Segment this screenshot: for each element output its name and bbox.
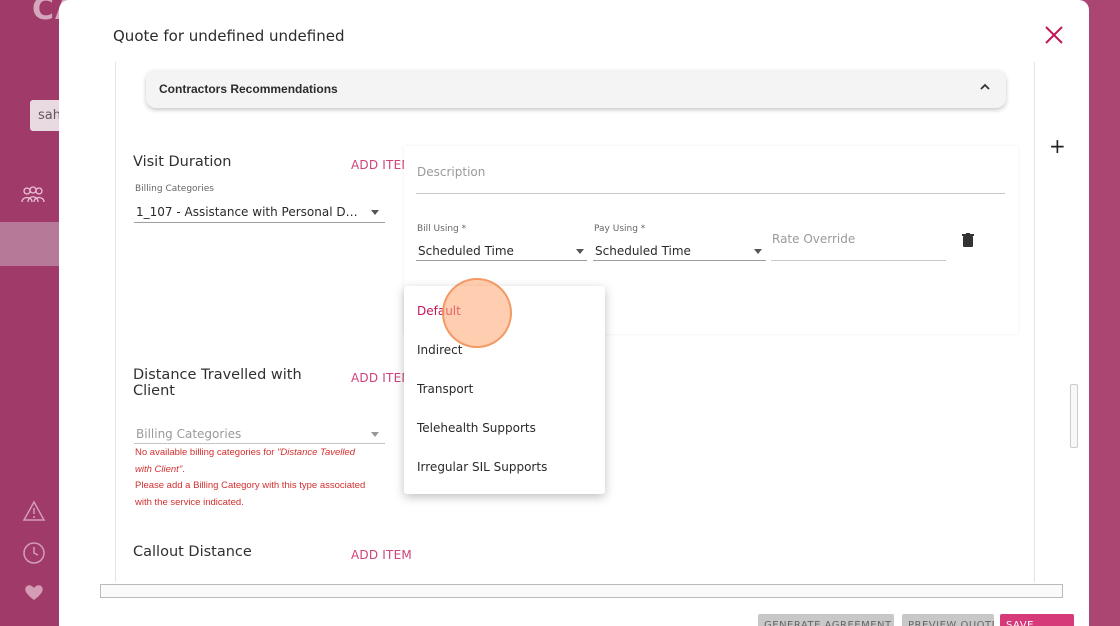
dropdown-arrow-icon[interactable] xyxy=(754,249,762,254)
select-underline xyxy=(134,222,385,223)
bill-using-underline xyxy=(416,260,587,261)
pay-using-underline xyxy=(593,260,766,261)
bill-using-select[interactable]: Scheduled Time xyxy=(418,244,568,258)
billing-categories-label: Billing Categories xyxy=(135,184,214,194)
trash-icon[interactable] xyxy=(962,233,974,247)
click-indicator xyxy=(442,278,512,348)
save-button[interactable]: SAVE xyxy=(1000,614,1074,626)
rate-override-input[interactable]: Rate Override xyxy=(772,232,855,246)
error-text-line4: with the service indicated. xyxy=(135,496,244,508)
distance-travelled-add-item-button[interactable]: ADD ITEM xyxy=(351,371,412,385)
dropdown-arrow-icon[interactable] xyxy=(371,210,379,215)
horizontal-scrollbar[interactable] xyxy=(100,584,1063,598)
rate-override-underline xyxy=(771,260,946,261)
visit-billing-category-select[interactable]: 1_107 - Assistance with Personal Domesti… xyxy=(136,205,364,219)
callout-distance-add-item-button[interactable]: ADD ITEM xyxy=(351,548,412,562)
pay-using-select[interactable]: Scheduled Time xyxy=(595,244,745,258)
error-text-line3: Please add a Billing Category with this … xyxy=(135,480,366,491)
error-text-quote: "Distance Tavelled xyxy=(277,447,356,458)
dropdown-option-indirect[interactable]: Indirect xyxy=(417,343,462,357)
chevron-up-icon[interactable] xyxy=(978,80,992,94)
visit-duration-add-item-button[interactable]: ADD ITEM xyxy=(351,158,412,172)
distance-travelled-title-line1: Distance Travelled with xyxy=(133,367,302,383)
dialog-title: Quote for undefined undefined xyxy=(113,27,345,45)
dropdown-option-transport[interactable]: Transport xyxy=(417,382,473,396)
generate-agreement-button[interactable]: GENERATE AGREEMENT xyxy=(758,614,894,626)
pay-using-label: Pay Using * xyxy=(594,224,646,234)
distance-travelled-title-line2: Client xyxy=(133,383,175,399)
dropdown-arrow-icon[interactable] xyxy=(371,432,379,437)
accordion-title: Contractors Recommendations xyxy=(159,82,338,96)
distance-billing-category-select[interactable]: Billing Categories xyxy=(136,427,336,441)
vertical-scrollbar[interactable] xyxy=(1070,384,1078,448)
error-text-period: . xyxy=(182,463,185,475)
plus-icon[interactable]: + xyxy=(1049,134,1066,158)
error-text-quote-end: with Client" xyxy=(135,463,183,475)
callout-distance-title: Callout Distance xyxy=(133,544,252,560)
bill-using-label: Bill Using * xyxy=(417,224,467,234)
dropdown-option-telehealth[interactable]: Telehealth Supports xyxy=(417,421,536,435)
visit-duration-title: Visit Duration xyxy=(133,154,232,170)
billing-error-message: No available billing categories for "Dis… xyxy=(135,445,385,511)
close-icon[interactable] xyxy=(1043,24,1065,46)
error-text-line1: No available billing categories for xyxy=(135,447,278,458)
description-input[interactable]: Description xyxy=(417,165,485,179)
contractors-recommendations-accordion[interactable]: Contractors Recommendations xyxy=(146,70,1006,108)
dropdown-arrow-icon[interactable] xyxy=(576,249,584,254)
dropdown-option-irregular-sil[interactable]: Irregular SIL Supports xyxy=(417,460,547,474)
description-underline xyxy=(416,193,1005,194)
select-underline xyxy=(134,443,385,444)
preview-quote-button[interactable]: PREVIEW QUOTE xyxy=(902,614,994,626)
